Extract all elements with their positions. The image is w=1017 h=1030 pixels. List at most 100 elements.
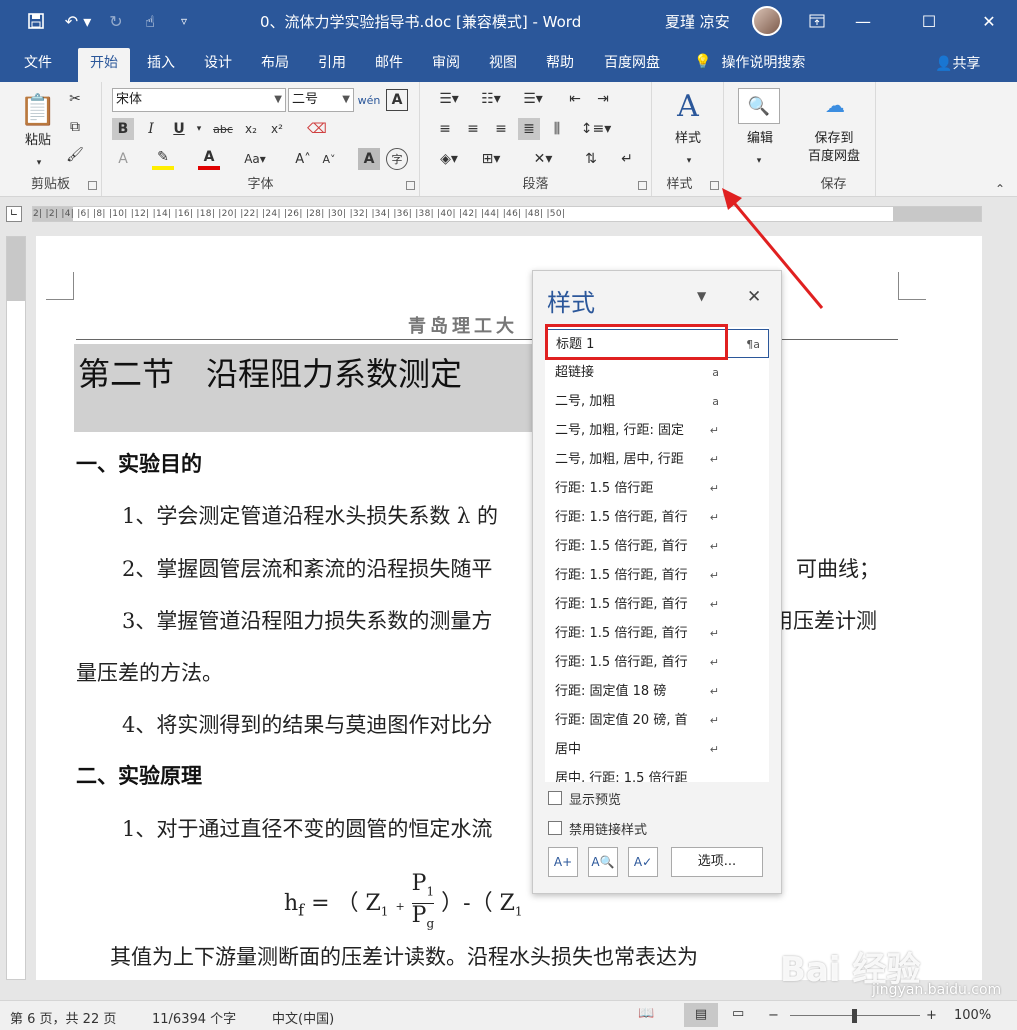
baidu-cloud-icon[interactable]: ☁ [820, 90, 850, 120]
tab-help[interactable]: 帮助 [535, 48, 585, 82]
style-item[interactable]: 行距: 1.5 倍行距, 首行 ↵ [545, 648, 769, 677]
text-effects-icon[interactable]: A [112, 148, 134, 170]
paste-label[interactable]: 粘贴 [20, 132, 56, 150]
paste-dropdown-icon[interactable]: ▾ [28, 152, 50, 174]
sort-icon[interactable]: ⇅ [580, 148, 602, 170]
style-item[interactable]: 行距: 固定值 20 磅, 首 ↵ [545, 706, 769, 735]
manage-styles-icon[interactable]: A✓ [628, 847, 658, 877]
paste-icon[interactable]: 📋 [19, 90, 56, 130]
align-right-icon[interactable]: ≡ [490, 118, 512, 140]
tab-mailings[interactable]: 邮件 [364, 48, 414, 82]
align-left-icon[interactable]: ≡ [434, 118, 456, 140]
style-inspector-icon[interactable]: A🔍 [588, 847, 618, 877]
style-item[interactable]: 行距: 1.5 倍行距, 首行 ↵ [545, 532, 769, 561]
editing-dropdown-icon[interactable]: ▾ [748, 150, 770, 172]
change-case-icon[interactable]: Aa▾ [240, 148, 270, 170]
tab-view[interactable]: 视图 [478, 48, 528, 82]
font-size-combo[interactable]: 二号 ▼ [288, 88, 354, 112]
disable-linked-styles-checkbox[interactable] [548, 821, 562, 835]
style-item[interactable]: 居中, 行距: 1.5 倍行距 [545, 764, 769, 782]
web-layout-icon[interactable]: ▭ [732, 1006, 744, 1021]
editing-button-label[interactable]: 编辑 [734, 130, 786, 148]
vertical-ruler[interactable] [6, 236, 26, 980]
underline-dropdown-icon[interactable]: ▾ [188, 118, 210, 140]
style-item[interactable]: 行距: 1.5 倍行距, 首行 ↵ [545, 619, 769, 648]
avatar[interactable] [752, 6, 782, 36]
style-item[interactable]: 行距: 固定值 18 磅 ↵ [545, 677, 769, 706]
bullets-icon[interactable]: ☰▾ [434, 88, 464, 110]
ribbon-display-options-icon[interactable] [794, 0, 840, 42]
style-item[interactable]: 行距: 1.5 倍行距, 首行 ↵ [545, 561, 769, 590]
collapse-ribbon-icon[interactable]: ⌃ [995, 182, 1005, 196]
numbering-icon[interactable]: ☷▾ [476, 88, 506, 110]
underline-icon[interactable]: U [168, 118, 190, 140]
show-preview-checkbox[interactable] [548, 791, 562, 805]
paragraph-launcher-icon[interactable] [638, 181, 647, 190]
read-mode-icon[interactable]: 📖 [638, 1006, 654, 1021]
highlight-icon[interactable]: ✎ [152, 148, 174, 170]
word-count[interactable]: 11/6394 个字 [152, 1008, 236, 1027]
minimize-button[interactable]: — [840, 0, 886, 42]
document-page[interactable]: 青岛理工大 第二节 沿程阻力系数测定 一、实验目的 1、学会测定管道沿程水头损失… [36, 236, 982, 980]
customize-toolbar-icon[interactable]: ▿ [172, 9, 196, 33]
enclose-characters-icon[interactable]: 字 [386, 148, 408, 170]
save-icon[interactable] [24, 9, 48, 33]
tab-design[interactable]: 设计 [193, 48, 243, 82]
page-count[interactable]: 第 6 页，共 22 页 [10, 1008, 116, 1027]
tab-file[interactable]: 文件 [12, 48, 64, 82]
justify-icon[interactable]: ≣ [518, 118, 540, 140]
align-center-icon[interactable]: ≡ [462, 118, 484, 140]
increase-indent-icon[interactable]: ⇥ [592, 88, 614, 110]
strikethrough-icon[interactable]: abc [210, 118, 236, 140]
show-marks-icon[interactable]: ↵ [616, 148, 638, 170]
styles-dropdown-icon[interactable]: ▾ [678, 150, 700, 172]
styles-icon[interactable]: A [668, 88, 708, 124]
line-spacing-icon[interactable]: ↕≡▾ [580, 118, 612, 140]
style-item[interactable]: 二号, 加粗, 行距: 固定 ↵ [545, 416, 769, 445]
style-item[interactable]: 行距: 1.5 倍行距, 首行 ↵ [545, 503, 769, 532]
tab-references[interactable]: 引用 [307, 48, 357, 82]
character-border-icon[interactable]: A [386, 89, 408, 111]
redo-icon[interactable]: ↻ [104, 9, 128, 33]
zoom-in-icon[interactable]: + [926, 1008, 937, 1023]
share-button[interactable]: 👤共享 [935, 53, 980, 73]
new-style-icon[interactable]: A+ [548, 847, 578, 877]
language-indicator[interactable]: 中文(中国) [272, 1008, 334, 1027]
zoom-level[interactable]: 100% [954, 1008, 991, 1023]
style-item[interactable]: 二号, 加粗 a [545, 387, 769, 416]
style-list[interactable]: 标题 1 ¶a 超链接 a 二号, 加粗 a 二号, 加粗, 行距: 固定 ↵ 二号, … [545, 327, 769, 782]
character-shading-icon[interactable]: A [358, 148, 380, 170]
touch-mode-icon[interactable]: ☝ [138, 9, 162, 33]
font-color-icon[interactable]: A [198, 148, 220, 170]
grow-font-icon[interactable]: A˄ [292, 148, 314, 170]
clear-formatting-icon[interactable]: ⌫ [306, 118, 328, 140]
italic-icon[interactable]: I [140, 118, 162, 140]
save-to-label-2[interactable]: 百度网盘 [794, 148, 874, 166]
tab-home[interactable]: 开始 [78, 48, 130, 82]
styles-button-label[interactable]: 样式 [662, 130, 714, 148]
tab-layout[interactable]: 布局 [250, 48, 300, 82]
superscript-icon[interactable]: x² [266, 118, 288, 140]
copy-icon[interactable]: ⧉ [64, 116, 86, 138]
tell-me-search[interactable]: 💡 操作说明搜索 [694, 52, 805, 72]
maximize-button[interactable]: ☐ [906, 0, 952, 42]
zoom-thumb[interactable] [852, 1009, 857, 1023]
cut-icon[interactable]: ✂ [64, 88, 86, 110]
tab-insert[interactable]: 插入 [136, 48, 186, 82]
style-item[interactable]: 行距: 1.5 倍行距, 首行 ↵ [545, 590, 769, 619]
tab-review[interactable]: 审阅 [421, 48, 471, 82]
decrease-indent-icon[interactable]: ⇤ [564, 88, 586, 110]
multilevel-list-icon[interactable]: ☰▾ [518, 88, 548, 110]
print-layout-icon[interactable]: ▤ [684, 1003, 718, 1027]
format-painter-icon[interactable]: 🖌 [64, 144, 86, 166]
style-item[interactable]: 二号, 加粗, 居中, 行距 ↵ [545, 445, 769, 474]
font-name-combo[interactable]: 宋体 ▼ [112, 88, 286, 112]
zoom-out-icon[interactable]: − [768, 1008, 779, 1023]
chinese-layout-icon[interactable]: ✕▾ [528, 148, 558, 170]
options-button[interactable]: 选项... [671, 847, 763, 877]
search-icon[interactable]: 🔍 [738, 88, 780, 124]
style-item[interactable]: 行距: 1.5 倍行距 ↵ [545, 474, 769, 503]
font-launcher-icon[interactable] [406, 181, 415, 190]
clipboard-launcher-icon[interactable] [88, 181, 97, 190]
close-button[interactable]: ✕ [966, 0, 1012, 42]
